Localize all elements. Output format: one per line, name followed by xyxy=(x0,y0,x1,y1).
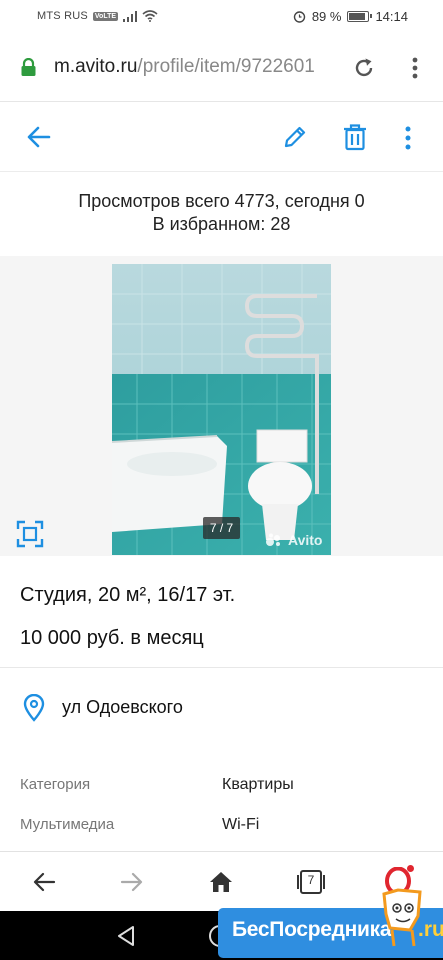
param-value-multimedia: Wi-Fi xyxy=(222,816,260,833)
avito-watermark: Avito xyxy=(266,532,322,548)
status-right: 89 % 14:14 xyxy=(293,9,408,24)
listing-price: 10 000 руб. в месяц xyxy=(20,627,204,649)
notification-dot xyxy=(407,865,414,872)
listing-stats: Просмотров всего 4773, сегодня 0 В избра… xyxy=(0,172,443,256)
alarm-icon xyxy=(293,11,306,23)
location-pin-icon xyxy=(23,694,45,722)
listing-photo[interactable] xyxy=(112,264,331,555)
back-arrow-icon[interactable] xyxy=(26,124,52,150)
browser-bottom-nav: 7 xyxy=(0,851,443,911)
photo-gallery[interactable] xyxy=(0,256,443,556)
carrier-name: MTS RUS xyxy=(37,10,88,22)
param-value-category: Квартиры xyxy=(222,776,294,793)
divider xyxy=(0,667,443,668)
battery-icon xyxy=(347,11,373,22)
reload-icon[interactable] xyxy=(352,56,376,80)
signal-icon xyxy=(123,10,138,22)
battery-percent: 89 % xyxy=(311,9,342,24)
edit-pencil-icon[interactable] xyxy=(282,124,308,150)
clock: 14:14 xyxy=(375,9,408,24)
browser-menu-icon[interactable] xyxy=(407,56,423,80)
url-path: /profile/item/9722601 xyxy=(137,56,315,77)
wifi-icon xyxy=(142,10,158,22)
listing-title: Студия, 20 м², 16/17 эт. xyxy=(20,584,236,606)
volte-badge: VoLTE xyxy=(92,11,119,21)
lock-icon xyxy=(21,58,36,76)
param-label-category: Категория xyxy=(20,776,91,793)
tabs-count: 7 xyxy=(307,873,315,887)
nav-home-icon[interactable] xyxy=(208,869,234,895)
status-left: MTS RUS VoLTE xyxy=(37,10,158,22)
fullscreen-icon[interactable] xyxy=(16,520,44,548)
nav-tabs-button[interactable]: 7 xyxy=(296,869,325,895)
listing-address[interactable]: ул Одоевского xyxy=(62,697,183,718)
avito-logo-icon xyxy=(266,533,280,546)
photo-counter: 7 / 7 xyxy=(203,517,240,539)
more-options-icon[interactable] xyxy=(400,125,416,151)
banner-text: БесПосредника xyxy=(232,918,392,941)
banner-suffix: .ru xyxy=(418,918,443,941)
status-bar: MTS RUS VoLTE 89 % 14:14 xyxy=(0,0,443,34)
url-host: m.avito.ru xyxy=(54,56,138,77)
watermark-text: Avito xyxy=(288,532,323,548)
system-back-icon[interactable] xyxy=(116,925,136,947)
trash-icon[interactable] xyxy=(342,123,368,151)
app-toolbar xyxy=(0,102,443,172)
browser-url-bar: m.avito.ru/profile/item/9722601 xyxy=(0,34,443,102)
param-label-multimedia: Мультимедиа xyxy=(20,816,115,833)
favorites-count: В избранном: 28 xyxy=(152,214,291,234)
nav-back-icon[interactable] xyxy=(31,869,57,895)
views-count: Просмотров всего 4773, сегодня 0 xyxy=(78,191,365,211)
nav-forward-icon[interactable] xyxy=(119,869,145,895)
url-field[interactable]: m.avito.ru/profile/item/9722601 xyxy=(54,56,340,78)
